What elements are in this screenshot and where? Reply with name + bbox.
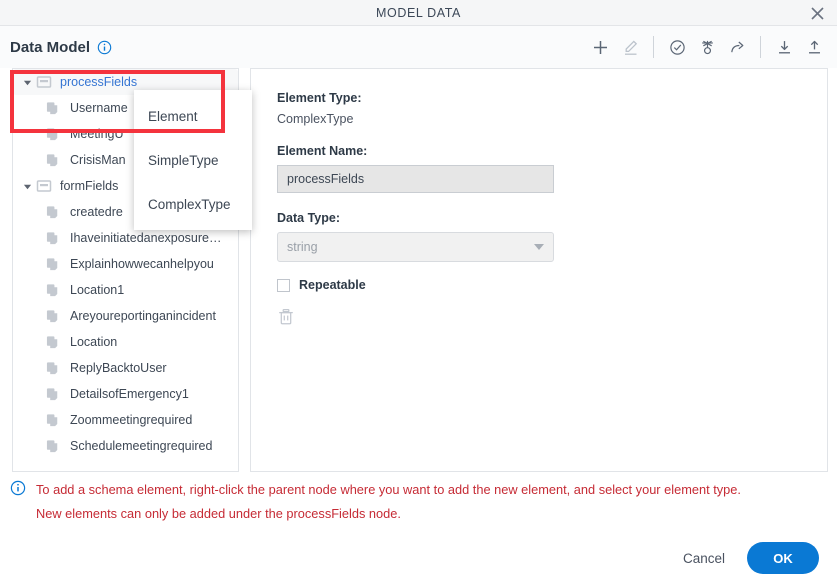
- share-button[interactable]: [722, 32, 752, 62]
- close-icon[interactable]: [807, 3, 827, 23]
- element-name-label: Element Name:: [277, 144, 368, 158]
- element-type-value: ComplexType: [277, 112, 354, 126]
- upload-button[interactable]: [799, 32, 829, 62]
- element-icon: [45, 282, 62, 299]
- tree-node-label: processFields: [60, 75, 138, 89]
- tree-node-label: Ihaveinitiatedanexposure…: [70, 231, 222, 245]
- tree-node-label: createdre: [70, 205, 123, 219]
- tree-node-label: MeetingU: [70, 127, 124, 141]
- tree-node-replybacktouser[interactable]: ReplyBacktoUser: [13, 355, 238, 381]
- chevron-down-icon[interactable]: [534, 244, 544, 250]
- element-icon: [45, 412, 62, 429]
- tree-node-detailsofemergency1[interactable]: DetailsofEmergency1: [13, 381, 238, 407]
- chevron-down-icon[interactable]: [19, 69, 35, 95]
- repeatable-checkbox-row[interactable]: Repeatable: [277, 278, 801, 292]
- data-type-label: Data Type:: [277, 211, 340, 225]
- tree-node-label: Location: [70, 335, 118, 349]
- element-icon: [45, 100, 62, 117]
- tree-node-label: formFields: [60, 179, 119, 193]
- tree-node-label: Areyoureportinganincident: [70, 309, 216, 323]
- validate-button[interactable]: [662, 32, 692, 62]
- toolbar-divider: [653, 36, 654, 58]
- data-type-select[interactable]: string: [277, 232, 554, 262]
- element-type-label: Element Type:: [277, 91, 362, 105]
- tree-node-zoommeetingrequired[interactable]: Zoommeetingrequired: [13, 407, 238, 433]
- complex-type-icon: [35, 74, 52, 91]
- info-message-line-2: New elements can only be added under the…: [36, 506, 401, 521]
- chevron-down-icon[interactable]: [19, 173, 35, 199]
- context-menu-item-complextype[interactable]: ComplexType: [134, 182, 252, 226]
- element-icon: [45, 256, 62, 273]
- dialog-title-bar: MODEL DATA: [0, 0, 837, 26]
- element-icon: [45, 360, 62, 377]
- test-button[interactable]: [692, 32, 722, 62]
- element-icon: [45, 308, 62, 325]
- data-type-selected-value: string: [287, 240, 318, 254]
- element-icon: [45, 152, 62, 169]
- tree-node-schedulemeetingrequired[interactable]: Schedulemeetingrequired: [13, 433, 238, 459]
- element-icon: [45, 334, 62, 351]
- tree-node-location1[interactable]: Location1: [13, 277, 238, 303]
- tree-node-label: Explainhowwecanhelpyou: [70, 257, 214, 271]
- download-button[interactable]: [769, 32, 799, 62]
- element-icon: [45, 438, 62, 455]
- info-circle-icon: [10, 480, 26, 496]
- tree-node-label: Location1: [70, 283, 125, 297]
- toolbar: [585, 26, 829, 68]
- context-menu-item-element[interactable]: Element: [134, 94, 252, 138]
- tree-node-label: ReplyBacktoUser: [70, 361, 167, 375]
- info-message: To add a schema element, right-click the…: [10, 478, 830, 526]
- cancel-button[interactable]: Cancel: [679, 545, 729, 572]
- tree-node-location[interactable]: Location: [13, 329, 238, 355]
- dialog-title: MODEL DATA: [376, 5, 461, 20]
- repeatable-checkbox[interactable]: [277, 278, 290, 292]
- tree-node-label: DetailsofEmergency1: [70, 387, 189, 401]
- complex-type-icon: [35, 178, 52, 195]
- edit-element-button[interactable]: [615, 32, 645, 62]
- context-menu-item-simpletype[interactable]: SimpleType: [134, 138, 252, 182]
- tree-node-areyoureportinganincident[interactable]: Areyoureportinganincident: [13, 303, 238, 329]
- element-detail-panel: Element Type: ComplexType Element Name: …: [250, 68, 828, 472]
- element-icon: [45, 126, 62, 143]
- repeatable-label: Repeatable: [299, 278, 366, 292]
- page-title: Data Model: [10, 38, 91, 56]
- add-element-button[interactable]: [585, 32, 615, 62]
- trash-icon[interactable]: [277, 308, 297, 330]
- info-message-line-1: To add a schema element, right-click the…: [36, 482, 741, 497]
- tree-node-explainhowwecanhelpyou[interactable]: Explainhowwecanhelpyou: [13, 251, 238, 277]
- tree-node-label: Username: [70, 101, 128, 115]
- tree-node-label: Schedulemeetingrequired: [70, 439, 213, 453]
- tree-node-label: Zoommeetingrequired: [70, 413, 193, 427]
- element-name-input[interactable]: [277, 165, 554, 193]
- info-circle-icon[interactable]: [97, 40, 112, 55]
- tree-context-menu[interactable]: Element SimpleType ComplexType: [134, 90, 252, 230]
- model-data-dialog: MODEL DATA Data Model processFields User…: [0, 0, 837, 588]
- toolbar-divider-2: [760, 36, 761, 58]
- element-icon: [45, 386, 62, 403]
- ok-button[interactable]: OK: [747, 542, 819, 574]
- tree-node-label: CrisisMan: [70, 153, 126, 167]
- element-icon: [45, 230, 62, 247]
- element-icon: [45, 204, 62, 221]
- info-message-text: To add a schema element, right-click the…: [36, 478, 741, 526]
- dialog-footer: Cancel OK: [679, 542, 819, 574]
